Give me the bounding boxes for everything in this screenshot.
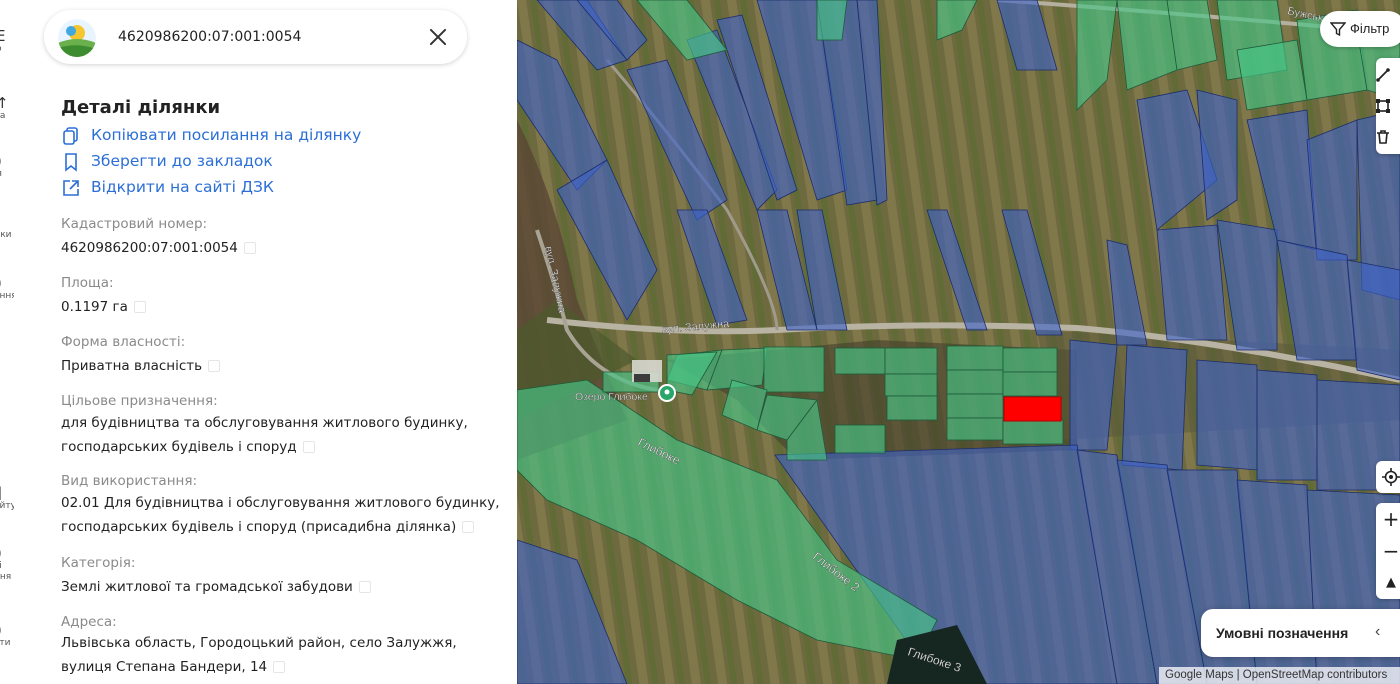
trash-icon: [1377, 130, 1389, 144]
cadastral-map[interactable]: вул. Залужна вул. Залужна Бужська Глибок…: [517, 0, 1400, 684]
parcel-details-panel: 4620986200:07:001:0054 Деталі ділянки Ко…: [14, 0, 517, 684]
draw-toolbar: [1376, 58, 1400, 154]
rail-settings-item[interactable]: )ті ння: [0, 545, 14, 583]
copy-icon[interactable]: [462, 521, 475, 533]
polygon-icon: [1376, 99, 1390, 113]
upload-icon: ↑: [0, 94, 9, 112]
area-value: 0.1197 га: [61, 295, 501, 319]
filter-icon: [1330, 22, 1346, 37]
zoom-controls: + − ▲: [1376, 503, 1400, 599]
filter-button[interactable]: Фільтр: [1320, 11, 1400, 47]
copy-icon[interactable]: [358, 581, 371, 593]
open-dzk-label: Відкрити на сайті ДЗК: [91, 178, 274, 196]
purpose-label: Цільове призначення:: [61, 393, 218, 409]
category-label: Категорія:: [61, 555, 136, 571]
map-canvas[interactable]: вул. Залужна вул. Залужна Бужська Глибок…: [517, 0, 1400, 684]
address-value: Львівська область, Городоцький район, се…: [61, 635, 457, 675]
bookmark-icon: |: [0, 214, 14, 230]
ownership-value: Приватна власність: [61, 354, 501, 378]
ruler-icon: [1376, 68, 1390, 82]
copy-link-icon: [63, 127, 78, 145]
history-icon: ): [0, 153, 14, 169]
search-input[interactable]: 4620986200:07:001:0054: [118, 29, 301, 45]
ownership-label: Форма власності:: [61, 334, 186, 350]
usage-value: 02.01 Для будівництва і обслуговування ж…: [61, 495, 500, 535]
dzk-logo-icon: [58, 19, 96, 57]
page-title: Деталі ділянки: [61, 97, 221, 118]
area-label: Площа:: [61, 275, 114, 291]
bookmark-label: Зберегти до закладок: [91, 152, 273, 170]
usage-label: Вид використання:: [61, 473, 198, 489]
rail-notifications-item[interactable]: )ення: [0, 275, 14, 302]
settings-icon: ): [0, 545, 14, 561]
contacts-icon: ): [0, 622, 14, 638]
rail-item-misc[interactable]: д: [0, 425, 14, 436]
rail-bookmarks-item[interactable]: |дки: [0, 214, 14, 241]
selected-parcel[interactable]: [1003, 396, 1062, 422]
category-value: Землі житлової та громадської забудови: [61, 575, 501, 599]
filter-label: Фільтр: [1350, 21, 1390, 36]
poi-label: Озеро Глибоке: [575, 391, 648, 403]
locate-icon: [1382, 468, 1400, 486]
copy-link-label: Копіювати посилання на ділянку: [91, 126, 362, 144]
legend-label: Умовні позначення: [1216, 625, 1349, 641]
cadastral-number-value: 4620986200:07:001:0054: [61, 236, 501, 260]
rail-site-item[interactable]: ]айту: [0, 485, 14, 512]
purpose-value: для будівництва та обслуговування житлов…: [61, 415, 468, 455]
rail-upload-item[interactable]: ↑на: [0, 95, 14, 122]
rail-history-item[interactable]: )ія: [0, 153, 14, 180]
copy-icon[interactable]: [208, 360, 221, 372]
bookmark-icon: [65, 153, 77, 172]
left-rail: Eю ↑на )ія |дки )ення д ]айту )ті ння )к…: [0, 0, 14, 684]
zoom-in-button[interactable]: +: [1376, 503, 1400, 535]
copy-icon[interactable]: [133, 301, 146, 313]
bell-icon: ): [0, 275, 14, 291]
rail-menu-item[interactable]: Eю: [0, 28, 14, 55]
my-location-button[interactable]: [1376, 461, 1400, 493]
site-icon: ]: [0, 485, 14, 501]
copy-icon[interactable]: [302, 441, 315, 453]
copy-icon[interactable]: [243, 242, 256, 254]
legend-button[interactable]: Умовні позначення ‹: [1201, 609, 1400, 657]
measure-line-button[interactable]: [1376, 60, 1400, 90]
map-attribution[interactable]: Google Maps | OpenStreetMap contributors: [1159, 667, 1400, 684]
search-bar[interactable]: 4620986200:07:001:0054: [44, 10, 467, 64]
chevron-left-icon: ‹: [1375, 623, 1381, 640]
menu-icon: E: [0, 27, 6, 45]
zoom-out-button[interactable]: −: [1376, 535, 1400, 567]
compass-icon[interactable]: ▲: [1376, 567, 1400, 599]
external-link-icon: [63, 180, 79, 196]
measure-area-button[interactable]: [1376, 91, 1400, 121]
address-label: Адреса:: [61, 614, 117, 630]
delete-drawing-button[interactable]: [1376, 122, 1400, 152]
copy-icon[interactable]: [273, 661, 286, 673]
rail-contacts-item[interactable]: )кти: [0, 622, 14, 649]
close-icon[interactable]: [425, 24, 451, 50]
cadastral-number-label: Кадастровий номер:: [61, 216, 208, 232]
